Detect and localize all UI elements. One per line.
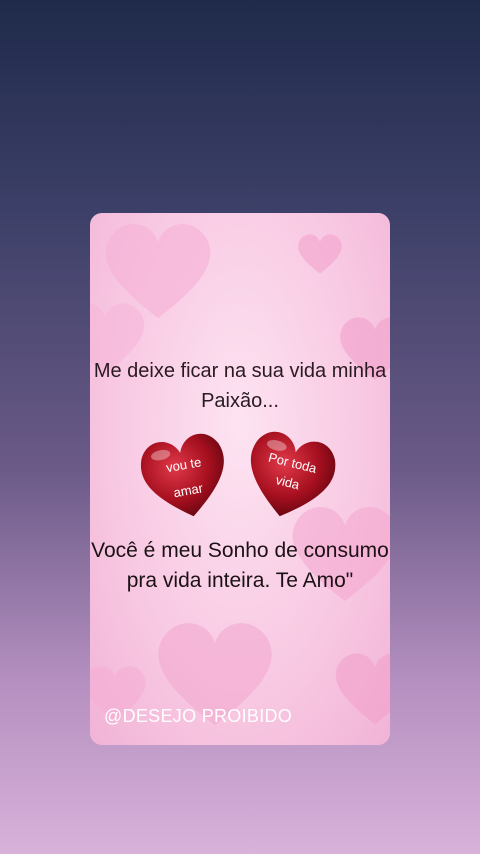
signature-watermark: @DESEJO PROIBIDO [104, 706, 293, 726]
heart-vou-te-amar: vou te amar [136, 428, 234, 523]
background-heart-icon [335, 653, 390, 724]
message-line-1: Me deixe ficar na sua vida minha Paixão.… [93, 360, 387, 412]
message-line-2: Você é meu Sonho de consumo pra vida int… [91, 539, 389, 592]
background-heart-icon [298, 234, 342, 274]
heart-por-toda-vida: Por toda vida [240, 426, 340, 524]
love-message-card: Me deixe ficar na sua vida minha Paixão.… [90, 213, 390, 745]
